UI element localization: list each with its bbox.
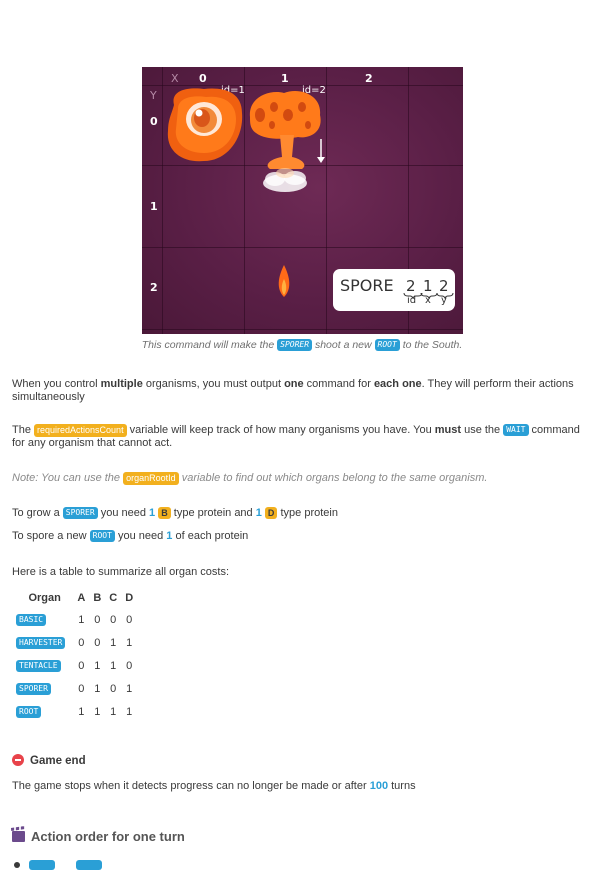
multiple-organisms-paragraph: When you control multiple organisms, you… (12, 378, 574, 403)
organ-tag: SPORER (16, 682, 51, 695)
cost-cell: 1 (110, 636, 117, 649)
cost-cell: 0 (126, 613, 133, 626)
game-end-heading: Game end (12, 754, 86, 767)
table-row: SPORER 0 1 0 1 (16, 677, 137, 700)
table-row: HARVESTER 0 0 1 1 (16, 631, 137, 654)
cost-cell: 1 (94, 705, 101, 718)
table-row: BASIC 1 0 0 0 (16, 608, 137, 631)
cost-cell: 1 (110, 659, 117, 672)
root-organ-icon (167, 88, 243, 162)
sporer-tag: SPORER (62, 507, 98, 519)
protein-b-tag: B (158, 507, 171, 519)
required-actions-count-tag: requiredActionsCount (34, 424, 127, 437)
sporer-tag: SPORER (277, 339, 313, 351)
brace-icon (403, 292, 454, 300)
spore-sub-label: id (407, 295, 417, 306)
spore-command-box: SPORE 2 1 2 id x y (333, 269, 455, 311)
protein-d-tag: D (264, 507, 278, 519)
clapperboard-icon (12, 831, 25, 842)
cost-cell: 1 (94, 682, 101, 695)
cost-cell: 1 (94, 659, 101, 672)
grow-sporer-line: To grow a SPORER you need 1 B type prote… (12, 507, 338, 519)
table-intro: Here is a table to summarize all organ c… (12, 566, 230, 578)
organ-cost-table: Organ A B C D BASIC 1 0 0 0 HARVESTER 0 … (16, 588, 137, 723)
root-tag: ROOT (89, 530, 115, 542)
flame-icon (278, 265, 290, 297)
cost-cell: 1 (78, 613, 85, 626)
organ-root-id-tag: organRootId (123, 472, 179, 485)
game-illustration: X Y 0 1 2 0 1 2 id=1 id=2 SPORE 2 1 2 id… (142, 67, 463, 334)
arrow-down-icon (317, 139, 325, 163)
root-tag: ROOT (374, 339, 400, 351)
cost-cell: 1 (126, 636, 133, 649)
stop-icon (12, 754, 24, 766)
table-row: ROOT 1 1 1 1 (16, 700, 137, 723)
cost-cell: 0 (110, 613, 117, 626)
spore-cloud-icon (263, 168, 307, 192)
column-header: B (93, 592, 102, 604)
spore-root-line: To spore a new ROOT you need 1 of each p… (12, 530, 249, 542)
organ-tag: BASIC (16, 613, 47, 626)
sporer-organ-icon (249, 91, 321, 169)
table-row: TENTACLE 0 1 1 0 (16, 654, 137, 677)
organ-tag: TENTACLE (16, 659, 61, 672)
column-header: D (125, 592, 134, 604)
cost-cell: 0 (126, 659, 133, 672)
table-header-row: Organ A B C D (16, 588, 137, 608)
cost-cell: 0 (78, 682, 85, 695)
cost-cell: 0 (94, 613, 101, 626)
column-header: C (109, 592, 118, 604)
cost-cell: 0 (94, 636, 101, 649)
cost-cell: 1 (78, 705, 85, 718)
organ-tag: HARVESTER (16, 636, 66, 649)
cost-cell: 0 (78, 636, 85, 649)
spore-sub-label: x (425, 295, 431, 306)
cost-cell: 1 (126, 682, 133, 695)
column-header: A (77, 592, 86, 604)
action-order-heading: Action order for one turn (12, 829, 185, 844)
spore-sub-label: y (441, 295, 447, 306)
column-header: Organ (28, 592, 61, 604)
cost-cell: 1 (126, 705, 133, 718)
organ-tag: ROOT (16, 705, 42, 718)
game-end-paragraph: The game stops when it detects progress … (12, 780, 416, 792)
cut-off-next-line (14, 860, 104, 870)
organ-root-id-note: Note: You can use the organRootId variab… (12, 472, 488, 485)
wait-tag: WAIT (503, 424, 529, 436)
required-actions-paragraph: The requiredActionsCount variable will k… (12, 424, 580, 449)
cost-cell: 0 (110, 682, 117, 695)
cost-cell: 0 (78, 659, 85, 672)
cost-cell: 1 (110, 705, 117, 718)
illustration-caption: This command will make the SPORER shoot … (141, 339, 463, 351)
